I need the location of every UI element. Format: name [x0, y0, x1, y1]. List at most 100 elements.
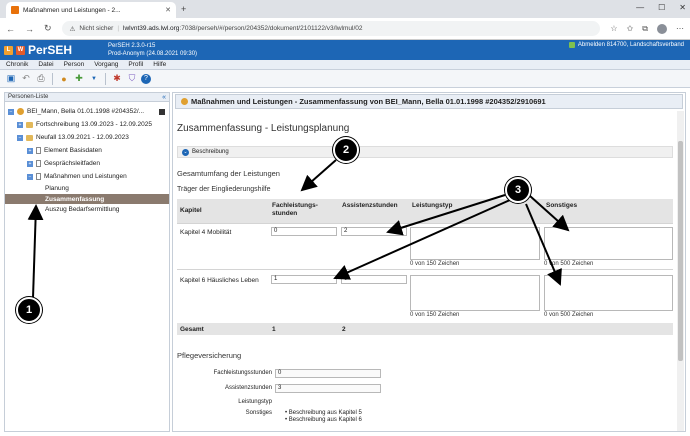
more-icon[interactable]: ⋯ — [676, 24, 684, 34]
browser-tab[interactable]: Maßnahmen und Leistungen - 2... ✕ — [6, 2, 176, 18]
close-window-icon[interactable]: ✕ — [679, 3, 686, 12]
chevron-down-icon: ⌄ — [182, 148, 189, 156]
pflege-sonst-label: Sonstiges — [245, 410, 272, 416]
pflege-sonst-list: • Beschreibung aus Kapitel 5 • Beschreib… — [285, 410, 362, 424]
tree-item-zusammenfassung[interactable]: Zusammenfassung — [5, 194, 169, 204]
menu-datei[interactable]: Datei — [38, 61, 53, 68]
maximize-icon[interactable]: ☐ — [658, 3, 665, 12]
version-info: PerSEH 2.3.0-r15 Prod-Anonym (24.08.2021… — [108, 43, 198, 57]
tree-item-fortschreibung[interactable]: + Fortschreibung 13.09.2023 - 12.09.2025 — [5, 118, 169, 131]
expand-icon[interactable]: + — [17, 121, 23, 128]
collapse-sidebar-icon[interactable]: « — [162, 93, 166, 102]
person-icon[interactable]: ● — [58, 73, 70, 85]
scrollbar[interactable] — [677, 111, 684, 431]
tree-item-gespraechsleitfaden[interactable]: + Gesprächsleitfaden — [5, 157, 169, 170]
document-icon — [36, 147, 41, 154]
tree-item-massnahmen[interactable]: − Maßnahmen und Leistungen — [5, 170, 169, 183]
close-person-icon[interactable] — [159, 108, 165, 115]
logout-link[interactable]: Abmelden 814700, Landschaftsverband — [568, 42, 684, 48]
undo-icon[interactable]: ↶ — [20, 73, 32, 85]
list-item: • Beschreibung aus Kapitel 5 — [285, 410, 362, 416]
forward-icon[interactable]: → — [25, 24, 34, 34]
url-field[interactable]: ⚠ Nicht sicher | lwlvnt39.ads.lwl.org:70… — [61, 21, 601, 36]
fachleistung-input[interactable]: 0 — [271, 227, 337, 236]
pflege-fach-label: Fachleistungsstunden — [213, 370, 272, 376]
collapse-icon[interactable]: − — [27, 173, 33, 180]
tab-title: Maßnahmen und Leistungen - 2... — [23, 6, 121, 14]
tree-item-neufall[interactable]: − Neufall 13.09.2021 - 12.09.2023 — [5, 131, 169, 144]
scrollbar-thumb[interactable] — [678, 141, 683, 361]
menu-person[interactable]: Person — [64, 61, 85, 68]
leistungen-table: Kapitel Fachleistungs-stunden Assistenzs… — [177, 199, 673, 335]
add-icon[interactable]: ✚ — [73, 73, 85, 85]
col-kapitel: Kapitel — [177, 199, 269, 223]
pflege-assist-label: Assistenzstunden — [224, 385, 272, 391]
menu-chronik[interactable]: Chronik — [6, 61, 28, 68]
app-header: L W PerSEH PerSEH 2.3.0-r15 Prod-Anonym (2… — [0, 40, 690, 60]
app-logo: L W PerSEH — [4, 43, 72, 57]
section-pflege: Pflegeversicherung — [177, 351, 242, 360]
close-tab-icon[interactable]: ✕ — [165, 6, 171, 14]
toolbar: ▣ ↶ ⎙ ● ✚ ▼ ✱ ⛉ ? — [0, 70, 690, 88]
tree-item-basisdaten[interactable]: + Element Basisdaten — [5, 144, 169, 157]
back-icon[interactable]: ← — [6, 24, 15, 34]
assistenz-input[interactable]: 2 — [341, 227, 407, 236]
menu-vorgang[interactable]: Vorgang — [94, 61, 118, 68]
leistungstyp-textarea[interactable] — [410, 275, 540, 311]
fachleistung-input[interactable]: 1 — [271, 275, 337, 284]
leistungstyp-textarea[interactable] — [410, 227, 540, 260]
dropdown-icon[interactable]: ▼ — [88, 73, 100, 85]
pflege-typ-label: Leistungstyp — [238, 399, 272, 405]
shield-icon[interactable]: ⛉ — [126, 73, 138, 85]
tree-person[interactable]: − BEI_Mann, Bella 01.01.1998 #204352/... — [5, 105, 169, 118]
collections-icon[interactable]: ⧉ — [642, 24, 648, 34]
favorites-icon[interactable]: ✩ — [627, 24, 634, 34]
pflege-assist-value: 3 — [275, 384, 381, 393]
tree-item-auszug[interactable]: Auszug Bedarfsermittlung — [5, 204, 169, 215]
save-icon[interactable]: ▣ — [5, 73, 17, 85]
new-tab-icon[interactable]: + — [181, 4, 186, 14]
person-icon — [181, 98, 188, 105]
list-item: • Beschreibung aus Kapitel 6 — [285, 417, 362, 423]
profile-icon[interactable] — [657, 23, 667, 34]
sonstiges-textarea[interactable] — [544, 275, 673, 311]
collapse-icon[interactable]: − — [17, 134, 23, 141]
person-icon — [17, 108, 24, 115]
main-panel: Maßnahmen und Leistungen - Zusammenfassu… — [172, 92, 686, 432]
browser-tab-bar: Maßnahmen und Leistungen - 2... ✕ + — ☐ … — [0, 0, 690, 18]
window-controls: — ☐ ✕ — [636, 3, 686, 12]
collapse-icon[interactable]: − — [8, 108, 14, 115]
star-icon[interactable]: ☆ — [610, 24, 617, 34]
expand-icon[interactable]: + — [27, 147, 33, 154]
reload-icon[interactable]: ↻ — [44, 23, 52, 34]
total-assist: 2 — [342, 326, 346, 333]
tools-icon[interactable]: ✱ — [111, 73, 123, 85]
print-icon[interactable]: ⎙ — [35, 73, 47, 85]
expand-icon[interactable]: + — [27, 160, 33, 167]
menu-bar: Chronik Datei Person Vorgang Profil Hilf… — [0, 60, 690, 70]
person-tree: − BEI_Mann, Bella 01.01.1998 #204352/...… — [5, 105, 169, 215]
menu-hilfe[interactable]: Hilfe — [153, 61, 166, 68]
total-fach: 1 — [272, 326, 276, 333]
section-gesamtumfang: Gesamtumfang der Leistungen — [177, 169, 280, 178]
page-title: Zusammenfassung - Leistungsplanung — [177, 123, 350, 134]
logout-icon — [568, 42, 575, 48]
assistenz-input[interactable]: 0 — [341, 275, 407, 284]
section-traeger: Träger der Eingliederungshilfe — [177, 186, 271, 193]
help-icon[interactable]: ? — [141, 73, 151, 84]
callout-badge-1: 1 — [16, 297, 42, 323]
browser-tools: ☆ ✩ ⧉ ⋯ — [610, 23, 684, 34]
table-row: Kapitel 4 Mobilität 0 2 0 von 150 Zeiche… — [177, 223, 673, 269]
tree-item-planung[interactable]: Planung — [5, 183, 169, 194]
col-fachleistung: Fachleistungs-stunden — [269, 199, 339, 223]
beschreibung-toggle[interactable]: ⌄ Beschreibung — [177, 146, 673, 158]
minimize-icon[interactable]: — — [636, 3, 644, 12]
table-row: Kapitel 6 Häusliches Leben 1 0 0 von 150… — [177, 269, 673, 323]
menu-profil[interactable]: Profil — [128, 61, 143, 68]
security-label: Nicht sicher — [79, 25, 114, 32]
main-header: Maßnahmen und Leistungen - Zusammenfassu… — [175, 94, 683, 109]
leistungstyp-counter: 0 von 150 Zeichen — [410, 261, 460, 267]
sonstiges-textarea[interactable] — [544, 227, 673, 260]
address-bar-row: ← → ↻ ⚠ Nicht sicher | lwlvnt39.ads.lwl.… — [0, 18, 690, 40]
document-icon — [36, 173, 41, 180]
